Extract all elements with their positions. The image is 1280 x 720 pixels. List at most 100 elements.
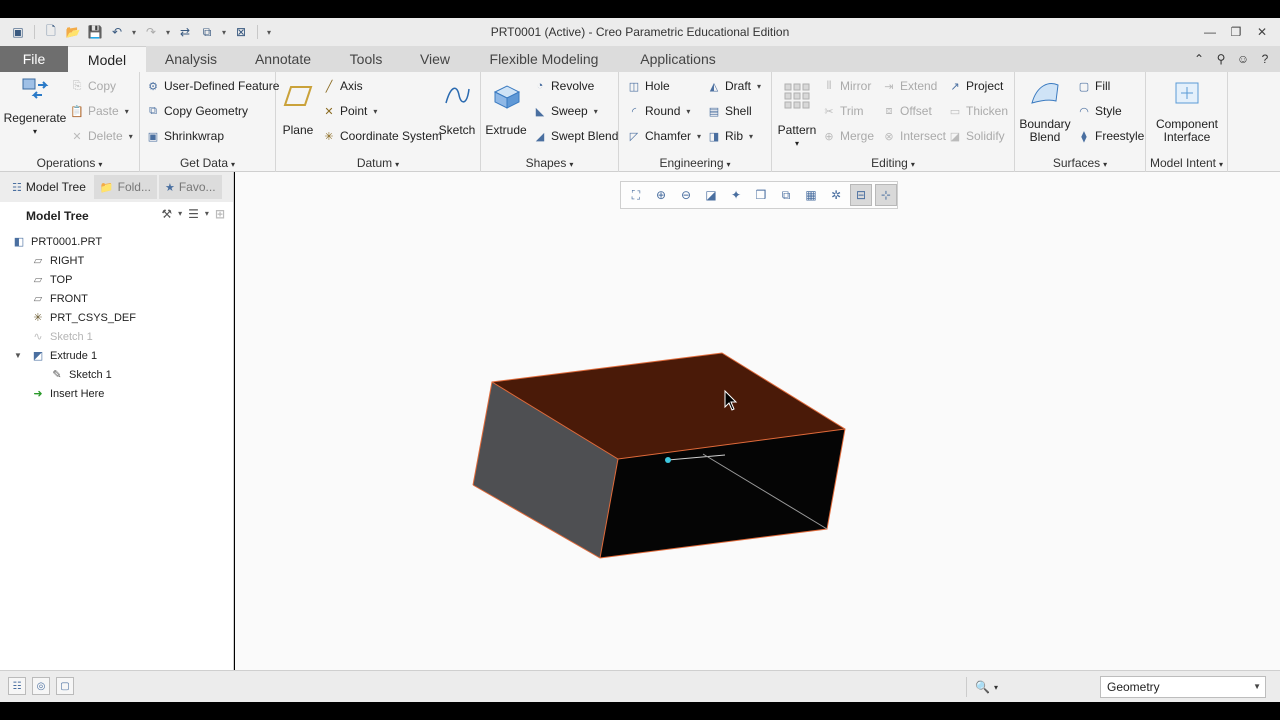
sketch-button[interactable]: Sketch xyxy=(436,80,478,137)
shrinkwrap-button[interactable]: ▣ Shrinkwrap xyxy=(146,126,224,146)
tab-applications[interactable]: Applications xyxy=(624,46,732,72)
plane-button[interactable]: Plane xyxy=(280,80,316,137)
rib-button[interactable]: ◨ Rib ▾ xyxy=(707,126,753,146)
pattern-button[interactable]: Pattern ▾ xyxy=(776,80,818,150)
draft-icon: ◭ xyxy=(709,80,719,93)
project-button[interactable]: ↗ Project xyxy=(948,76,1003,96)
copy-geometry-button[interactable]: ⧉ Copy Geometry xyxy=(146,101,248,121)
group-label-engineering[interactable]: Engineering ▾ xyxy=(619,156,771,170)
point-dropdown-icon[interactable]: ▾ xyxy=(373,107,377,116)
style-button[interactable]: ◠ Style xyxy=(1077,101,1122,121)
intersect-button[interactable]: ⊗ Intersect xyxy=(882,126,946,146)
tree-settings-dropdown-icon[interactable]: ▾ xyxy=(178,207,182,221)
tree-node-sketch-hidden[interactable]: ∿ Sketch 1 xyxy=(0,327,233,346)
boundary-blend-button[interactable]: Boundary Blend xyxy=(1019,78,1071,144)
coordinate-system-button[interactable]: ✳ Coordinate System xyxy=(322,126,442,146)
regenerate-dropdown-icon[interactable]: ▾ xyxy=(33,125,37,138)
search-icon[interactable]: ⚲ xyxy=(1212,50,1230,68)
tree-node-sketch[interactable]: ✎ Sketch 1 xyxy=(0,365,233,384)
point-icon: ✕ xyxy=(324,105,334,118)
merge-button[interactable]: ⊕ Merge xyxy=(822,126,874,146)
selection-filter-button[interactable]: 🔍 ▾ xyxy=(966,677,1006,697)
swept-blend-button[interactable]: ◢ Swept Blend xyxy=(533,126,619,146)
trim-label: Trim xyxy=(840,104,864,118)
thicken-button[interactable]: ▭ Thicken xyxy=(948,101,1008,121)
sweep-button[interactable]: ◣ Sweep ▾ xyxy=(533,101,598,121)
revolve-button[interactable]: ◔ Revolve xyxy=(533,76,595,96)
shell-button[interactable]: ▤ Shell xyxy=(707,101,752,121)
restore-icon[interactable]: ❐ xyxy=(1224,22,1248,42)
round-button[interactable]: ◜ Round ▾ xyxy=(627,101,691,121)
paste-dropdown-icon[interactable]: ▾ xyxy=(125,107,129,116)
round-dropdown-icon[interactable]: ▾ xyxy=(686,107,690,116)
show-icon[interactable]: ☰ xyxy=(188,207,199,221)
tab-view[interactable]: View xyxy=(408,46,462,72)
tree-node-part[interactable]: ◧ PRT0001.PRT xyxy=(0,232,233,251)
tree-node-insert-here[interactable]: ➜ Insert Here xyxy=(0,384,233,403)
tab-favorites[interactable]: ★ Favo... xyxy=(158,175,222,199)
pattern-dropdown-icon[interactable]: ▾ xyxy=(795,137,799,150)
minimize-ribbon-icon[interactable]: ⌃ xyxy=(1190,50,1208,68)
delete-dropdown-icon[interactable]: ▾ xyxy=(129,132,133,141)
tree-node-right[interactable]: ▱ RIGHT xyxy=(0,251,233,270)
tree-node-csys[interactable]: ✳ PRT_CSYS_DEF xyxy=(0,308,233,327)
tab-file[interactable]: File xyxy=(0,46,68,72)
browser-toggle-icon[interactable]: ◎ xyxy=(32,677,50,695)
trim-button[interactable]: ✂ Trim xyxy=(822,101,864,121)
delete-button[interactable]: ✕ Delete ▾ xyxy=(70,126,133,146)
full-screen-icon[interactable]: ▢ xyxy=(56,677,74,695)
user-defined-feature-button[interactable]: ⚙ User-Defined Feature xyxy=(146,76,279,96)
draft-button[interactable]: ◭ Draft ▾ xyxy=(707,76,761,96)
chamfer-button[interactable]: ◸ Chamfer ▾ xyxy=(627,126,701,146)
point-button[interactable]: ✕ Point ▾ xyxy=(322,101,377,121)
axis-button[interactable]: ╱ Axis xyxy=(322,76,363,96)
collapse-icon[interactable]: ▼ xyxy=(14,351,22,360)
freestyle-button[interactable]: ⧫ Freestyle xyxy=(1077,126,1144,146)
chamfer-dropdown-icon[interactable]: ▾ xyxy=(697,132,701,141)
feedback-icon[interactable]: ☺ xyxy=(1234,50,1252,68)
tab-folder-browser[interactable]: 📁 Fold... xyxy=(93,175,157,199)
tree-node-top[interactable]: ▱ TOP xyxy=(0,270,233,289)
group-label-get-data[interactable]: Get Data ▾ xyxy=(140,156,275,170)
tab-model-tree[interactable]: ☷ Model Tree xyxy=(6,175,92,199)
extrude-button[interactable]: Extrude xyxy=(485,80,527,137)
copy-button[interactable]: ⎘ Copy xyxy=(70,76,116,96)
tab-annotate[interactable]: Annotate xyxy=(240,46,326,72)
sweep-dropdown-icon[interactable]: ▾ xyxy=(594,107,598,116)
tree-node-front[interactable]: ▱ FRONT xyxy=(0,289,233,308)
solidify-button[interactable]: ◪ Solidify xyxy=(948,126,1005,146)
group-label-editing[interactable]: Editing ▾ xyxy=(772,156,1014,170)
paste-button[interactable]: 📋 Paste ▾ xyxy=(70,101,129,121)
regenerate-button[interactable]: Regenerate ▾ xyxy=(4,76,66,138)
hole-button[interactable]: ◫ Hole xyxy=(627,76,670,96)
group-label-operations[interactable]: Operations ▾ xyxy=(0,156,139,170)
tab-model[interactable]: Model xyxy=(68,46,146,72)
tab-analysis[interactable]: Analysis xyxy=(154,46,228,72)
plane-icon xyxy=(282,80,314,112)
minimize-icon[interactable]: — xyxy=(1198,22,1222,42)
rib-dropdown-icon[interactable]: ▾ xyxy=(749,132,753,141)
group-label-model-intent[interactable]: Model Intent ▾ xyxy=(1146,156,1227,170)
help-icon[interactable]: ? xyxy=(1256,50,1274,68)
group-surfaces: Boundary Blend ▢ Fill ◠ Style ⧫ Freestyle S… xyxy=(1015,72,1146,172)
tree-node-extrude[interactable]: ▼ ◩ Extrude 1 xyxy=(0,346,233,365)
tab-tools[interactable]: Tools xyxy=(338,46,394,72)
group-label-shapes[interactable]: Shapes ▾ xyxy=(481,156,618,170)
selection-filter-dropdown[interactable]: Geometry ▼ xyxy=(1100,676,1266,698)
extend-button[interactable]: ⇥ Extend xyxy=(882,76,937,96)
group-label-surfaces[interactable]: Surfaces ▾ xyxy=(1015,156,1145,170)
tab-flexible-modeling[interactable]: Flexible Modeling xyxy=(476,46,612,72)
tree-filter-icon[interactable]: ⊞ xyxy=(215,207,225,221)
regenerate-icon xyxy=(19,76,51,108)
component-interface-button[interactable]: Component Interface xyxy=(1150,78,1224,144)
group-label-datum[interactable]: Datum ▾ xyxy=(276,156,480,170)
tree-settings-icon[interactable]: ⚒ xyxy=(161,207,172,221)
show-dropdown-icon[interactable]: ▾ xyxy=(205,207,209,221)
draft-dropdown-icon[interactable]: ▾ xyxy=(757,82,761,91)
close-icon[interactable]: ✕ xyxy=(1250,22,1274,42)
offset-button[interactable]: ⧈ Offset xyxy=(882,101,932,121)
fill-button[interactable]: ▢ Fill xyxy=(1077,76,1111,96)
graphics-window[interactable]: ⛶ ⊕ ⊖ ◪ ✦ ❒ ⧉ ▦ ✲ ⊟ ⊹ xyxy=(235,172,1280,670)
navigator-toggle-icon[interactable]: ☷ xyxy=(8,677,26,695)
mirror-button[interactable]: ⫴ Mirror xyxy=(822,76,872,96)
